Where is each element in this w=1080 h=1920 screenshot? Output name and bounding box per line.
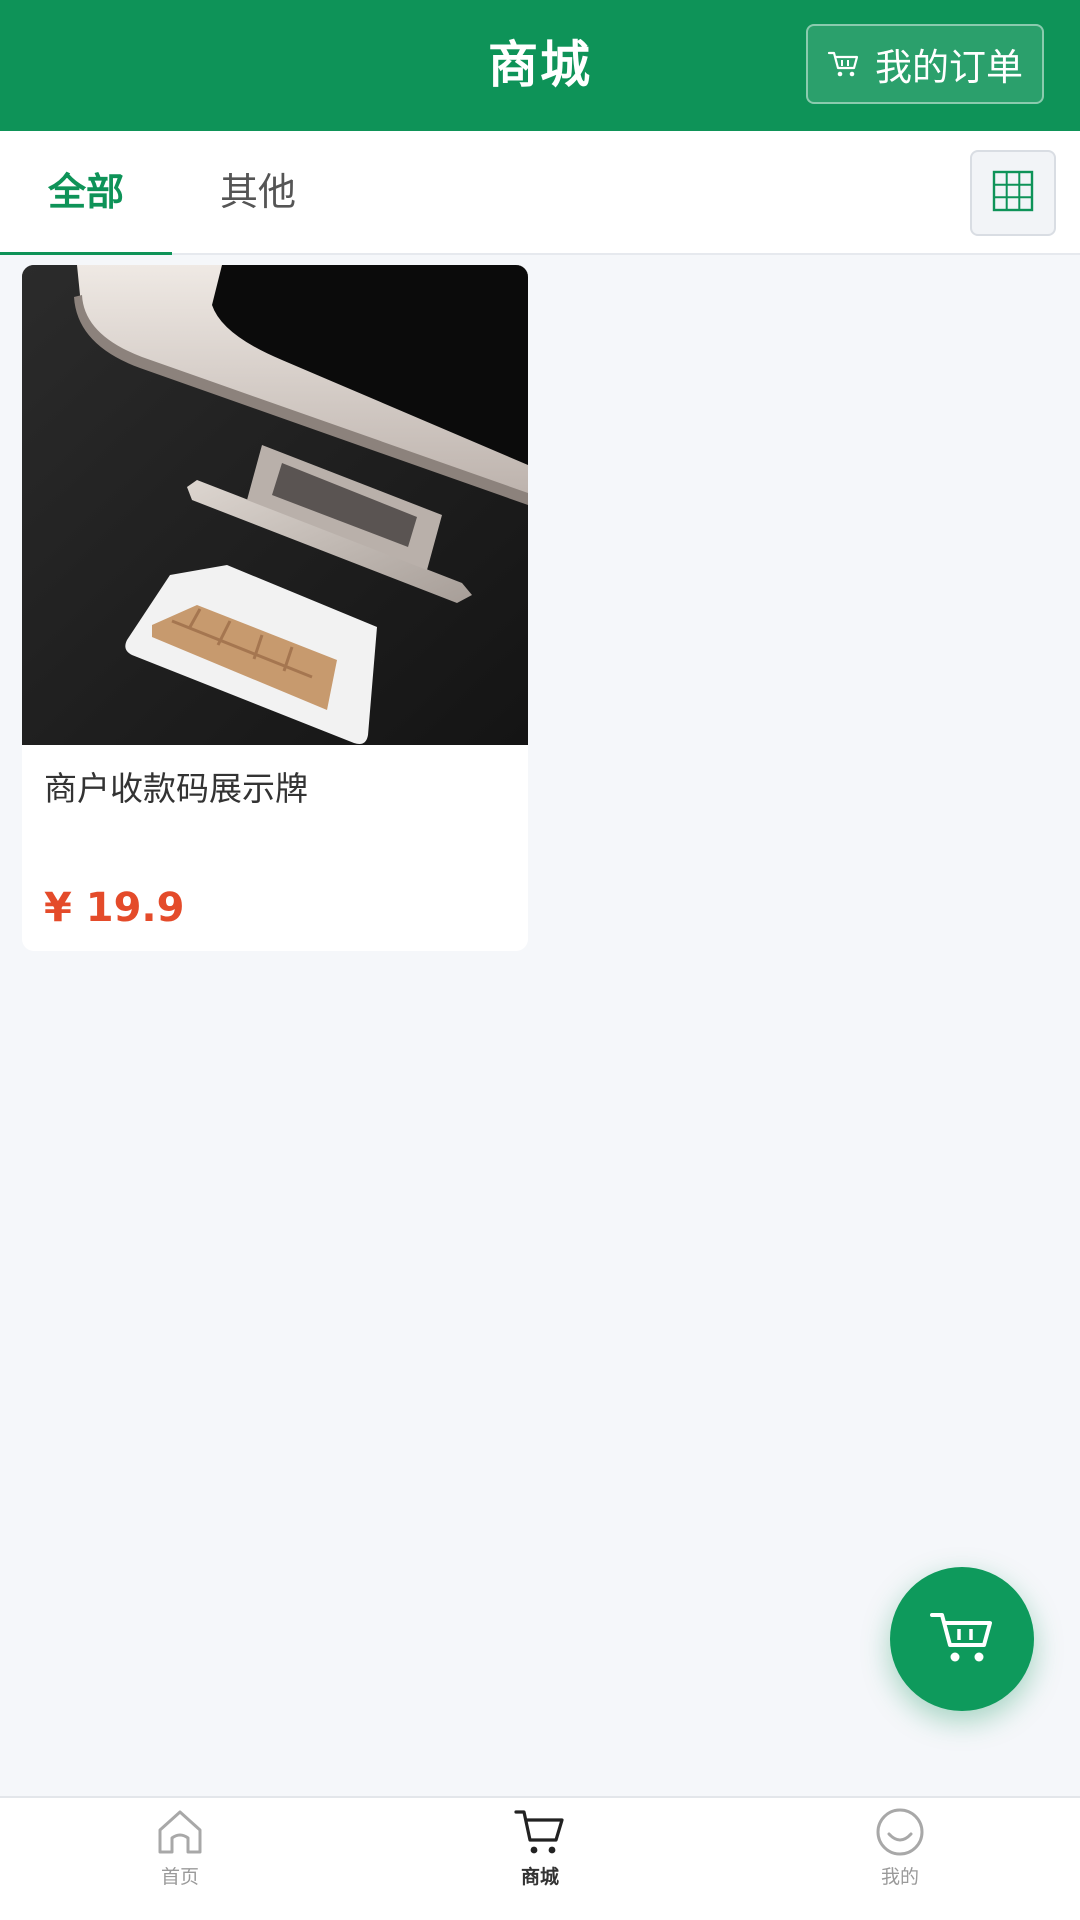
nav-home-label: 首页 (160, 1866, 199, 1888)
tab-all[interactable]: 全部 (0, 131, 172, 255)
nav-mall[interactable]: 商城 (440, 1798, 640, 1920)
nav-mine-label: 我的 (880, 1866, 919, 1888)
floating-cart-button[interactable] (890, 1567, 1034, 1711)
product-price: ¥ 19.9 (44, 885, 185, 931)
product-image (22, 265, 528, 745)
nav-home[interactable]: 首页 (80, 1798, 280, 1920)
product-card[interactable]: 商户收款码展示牌 ¥ 19.9 (22, 265, 528, 951)
bottom-navigation: 首页 商城 我的 (0, 1796, 1080, 1920)
product-name: 商户收款码展示牌 (44, 769, 308, 808)
tab-other[interactable]: 其他 (172, 131, 344, 253)
top-bar: 商城 我的订单 (0, 0, 1080, 131)
cart-icon (928, 1607, 996, 1671)
smile-icon (874, 1806, 926, 1858)
grid-view-toggle[interactable] (970, 150, 1056, 236)
cart-icon (827, 49, 861, 79)
category-tabs: 全部 其他 (0, 131, 1080, 255)
home-icon (154, 1806, 206, 1858)
my-orders-button[interactable]: 我的订单 (806, 24, 1044, 104)
grid-icon (992, 170, 1034, 216)
my-orders-label: 我的订单 (875, 46, 1023, 89)
nav-mall-label: 商城 (520, 1866, 559, 1888)
nav-mine[interactable]: 我的 (800, 1798, 1000, 1920)
cart-icon (514, 1806, 566, 1858)
